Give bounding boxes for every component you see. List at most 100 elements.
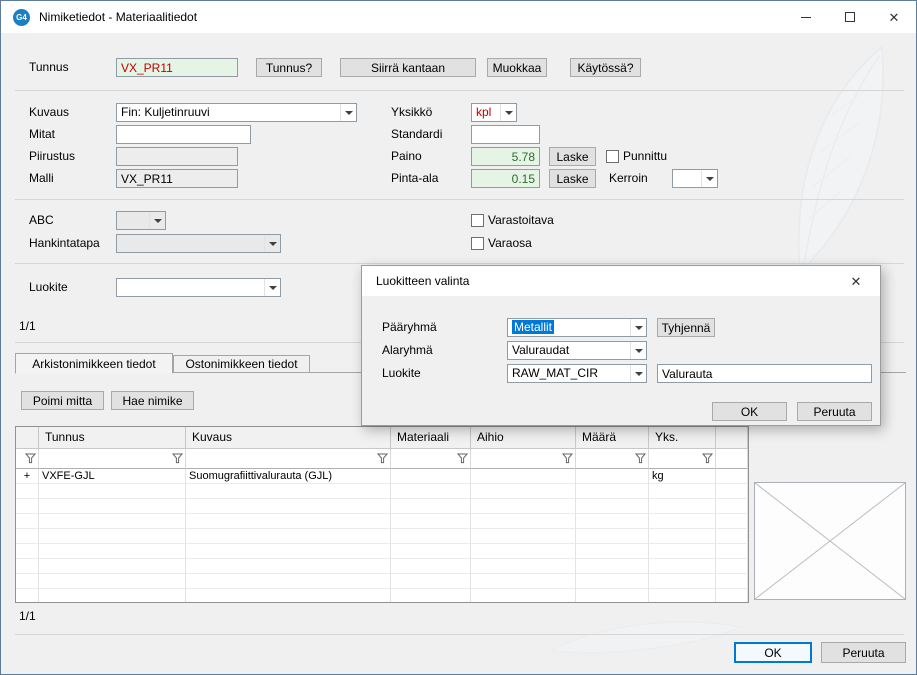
table-row-empty	[16, 544, 748, 559]
standardi-label: Standardi	[391, 125, 442, 144]
table-row[interactable]: + VXFE-GJL Suomugrafiittivalurauta (GJL)…	[16, 469, 748, 484]
muokkaa-button[interactable]: Muokkaa	[487, 58, 547, 77]
table-cell-empty	[716, 559, 748, 574]
dialog-luokite-select[interactable]: RAW_MAT_CIR	[507, 364, 647, 383]
luokite-value	[117, 279, 264, 296]
dialog-close-button[interactable]: ✕	[844, 269, 868, 293]
filter-funnel-icon[interactable]	[377, 453, 388, 464]
column-header-materiaali[interactable]: Materiaali	[391, 427, 471, 449]
luokite-text-input[interactable]	[657, 364, 872, 383]
abc-select[interactable]	[116, 211, 166, 230]
filter-funnel-icon[interactable]	[562, 453, 573, 464]
pinta-ala-input[interactable]	[471, 169, 540, 188]
maximize-button[interactable]	[828, 1, 872, 33]
watermark-leaf-graphic	[546, 613, 746, 658]
filter-cell[interactable]	[576, 449, 649, 469]
kerroin-select[interactable]	[672, 169, 718, 188]
varaosa-checkbox[interactable]	[471, 237, 484, 250]
cell-tunnus: VXFE-GJL	[39, 469, 186, 484]
filter-cell[interactable]	[391, 449, 471, 469]
kerroin-label: Kerroin	[609, 169, 648, 188]
filter-funnel-icon[interactable]	[457, 453, 468, 464]
kaytossa-button[interactable]: Käytössä?	[570, 58, 641, 77]
chevron-down-icon	[630, 342, 646, 359]
ok-button[interactable]: OK	[734, 642, 812, 663]
dialog-title: Luokitteen valinta	[376, 274, 469, 288]
close-button[interactable]: ✕	[872, 1, 916, 33]
tab-arkistonimikkeen-tiedot[interactable]: Arkistonimikkeen tiedot	[15, 353, 173, 374]
malli-label: Malli	[29, 169, 54, 188]
punnittu-checkbox[interactable]	[606, 150, 619, 163]
tunnus-question-button[interactable]: Tunnus?	[256, 58, 322, 77]
laske-pinta-ala-button[interactable]: Laske	[549, 169, 596, 188]
malli-input[interactable]	[116, 169, 238, 188]
tunnus-input[interactable]	[116, 58, 238, 77]
dialog-peruuta-button[interactable]: Peruuta	[797, 402, 872, 421]
tab-ostonimikkeen-tiedot[interactable]: Ostonimikkeen tiedot	[173, 355, 310, 373]
kuvaus-select[interactable]: Fin: Kuljetinruuvi	[116, 103, 357, 122]
column-header-aihio[interactable]: Aihio	[471, 427, 576, 449]
row-expander[interactable]: +	[16, 469, 39, 484]
paaryhma-value: Metallit	[508, 319, 630, 336]
table-cell-empty	[471, 544, 576, 559]
hankintatapa-value	[117, 235, 264, 252]
dialog-ok-button[interactable]: OK	[712, 402, 787, 421]
window-controls: ✕	[784, 1, 916, 33]
mitat-input[interactable]	[116, 125, 251, 144]
peruuta-button[interactable]: Peruuta	[821, 642, 906, 663]
table-cell-empty	[39, 499, 186, 514]
table-cell-empty	[716, 574, 748, 589]
filter-funnel-icon[interactable]	[172, 453, 183, 464]
table-cell-empty	[716, 514, 748, 529]
table-cell-empty	[649, 559, 716, 574]
kuvaus-label: Kuvaus	[29, 103, 69, 122]
table-cell-empty	[39, 529, 186, 544]
poimi-mitta-button[interactable]: Poimi mitta	[21, 391, 104, 410]
table-row-empty	[16, 499, 748, 514]
table-cell-empty	[576, 499, 649, 514]
table-empty-rows	[16, 484, 748, 603]
kuvaus-value: Fin: Kuljetinruuvi	[117, 104, 340, 121]
table-cell-empty	[39, 544, 186, 559]
image-placeholder	[754, 482, 906, 600]
tyhjenna-button[interactable]: Tyhjennä	[657, 318, 715, 337]
paaryhma-select[interactable]: Metallit	[507, 318, 647, 337]
column-header-maara[interactable]: Määrä	[576, 427, 649, 449]
column-header-kuvaus[interactable]: Kuvaus	[186, 427, 391, 449]
minimize-button[interactable]	[784, 1, 828, 33]
filter-cell[interactable]	[186, 449, 391, 469]
table-cell-empty	[186, 544, 391, 559]
column-header-yks[interactable]: Yks.	[649, 427, 716, 449]
luokite-select[interactable]	[116, 278, 281, 297]
record-counter: 1/1	[19, 609, 36, 623]
filter-cell[interactable]	[39, 449, 186, 469]
hankintatapa-select[interactable]	[116, 234, 281, 253]
varastoitava-checkbox[interactable]	[471, 214, 484, 227]
filter-funnel-icon[interactable]	[635, 453, 646, 464]
laske-paino-button[interactable]: Laske	[549, 147, 596, 166]
filter-funnel-icon[interactable]	[702, 453, 713, 464]
alaryhma-select[interactable]: Valuraudat	[507, 341, 647, 360]
table-cell-empty	[716, 484, 748, 499]
table-cell-empty	[576, 529, 649, 544]
hae-nimike-button[interactable]: Hae nimike	[111, 391, 194, 410]
filter-funnel-icon[interactable]	[25, 453, 36, 464]
piirustus-input[interactable]	[116, 147, 238, 166]
table-cell-empty	[576, 559, 649, 574]
divider	[15, 263, 904, 264]
filter-cell[interactable]	[649, 449, 716, 469]
tunnus-label: Tunnus	[29, 58, 69, 77]
column-header-expander	[16, 427, 39, 449]
column-header-tunnus[interactable]: Tunnus	[39, 427, 186, 449]
filter-cell[interactable]	[471, 449, 576, 469]
table-cell-empty	[391, 484, 471, 499]
luokitteen-valinta-dialog: Luokitteen valinta ✕ Pääryhmä Metallit T…	[361, 265, 881, 426]
paino-input[interactable]	[471, 147, 540, 166]
dialog-titlebar: Luokitteen valinta ✕	[362, 266, 880, 296]
yksikko-select[interactable]: kpl	[471, 103, 517, 122]
cell-kuvaus: Suomugrafiittivalurauta (GJL)	[186, 469, 391, 484]
paaryhma-label: Pääryhmä	[382, 318, 437, 337]
standardi-input[interactable]	[471, 125, 540, 144]
filter-cell[interactable]	[16, 449, 39, 469]
siirra-kantaan-button[interactable]: Siirrä kantaan	[340, 58, 476, 77]
